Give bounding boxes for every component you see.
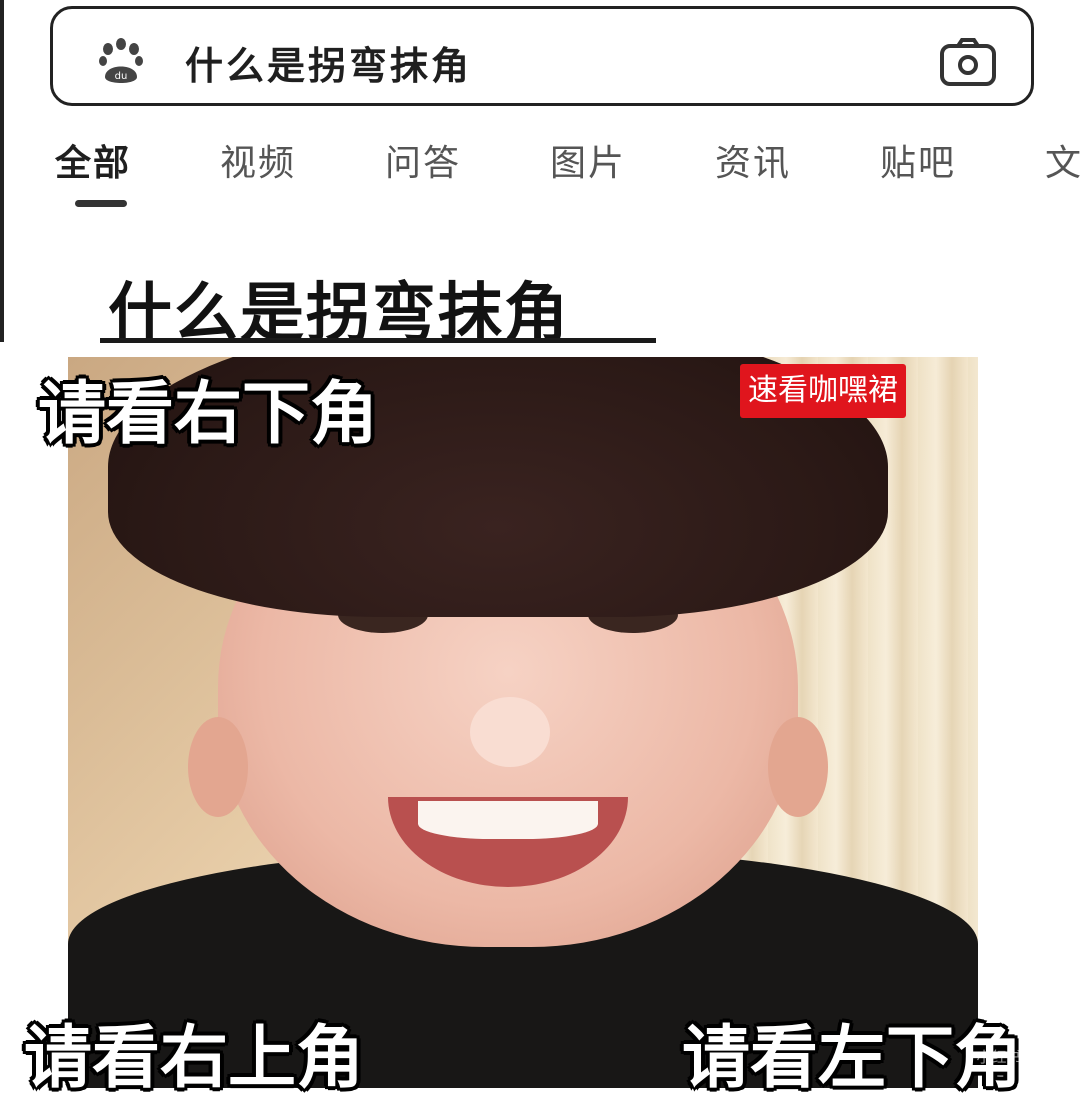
baidu-paw-icon: du (99, 38, 143, 83)
tab-news[interactable]: 资讯 (715, 134, 791, 186)
search-bar[interactable]: du 什么是拐弯抹角 (50, 6, 1034, 106)
caption-bottom-left: 请看右上角 (24, 1019, 365, 1098)
photo-nose (470, 697, 550, 767)
tab-qa[interactable]: 问答 (385, 134, 461, 186)
tab-tieba[interactable]: 贴吧 (880, 134, 956, 186)
photo-teeth (418, 801, 598, 839)
active-tab-indicator (75, 200, 127, 207)
meme-photo (68, 357, 978, 1088)
photo-right-ear (768, 717, 828, 817)
caption-bottom-right: 请看左下角 (682, 1019, 1023, 1098)
headline-underline (100, 338, 656, 343)
tab-images[interactable]: 图片 (550, 134, 626, 186)
red-badge: 速看咖嘿裙 (740, 364, 906, 418)
tab-more-partial[interactable]: 文 (1045, 134, 1080, 186)
watermark: 小红书号：2… (976, 1048, 1076, 1066)
left-edge-rule (0, 0, 4, 342)
svg-text:du: du (115, 71, 128, 82)
tab-all[interactable]: 全部 (55, 134, 131, 186)
camera-icon[interactable] (939, 37, 997, 87)
photo-left-ear (188, 717, 248, 817)
search-tabs: 全部 视频 问答 图片 资讯 贴吧 文 (55, 134, 1080, 194)
caption-top-left: 请看右下角 (38, 375, 379, 454)
search-query[interactable]: 什么是拐弯抹角 (185, 35, 472, 90)
tab-video[interactable]: 视频 (220, 134, 296, 186)
photo-smiling-mouth (388, 797, 628, 887)
